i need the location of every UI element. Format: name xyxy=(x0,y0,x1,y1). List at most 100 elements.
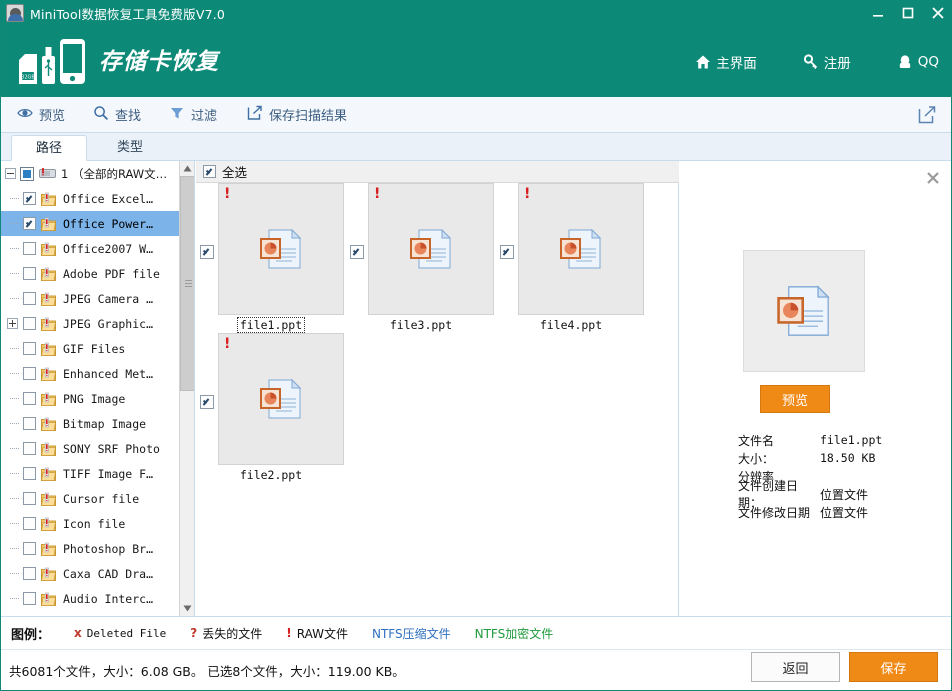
tree-item-checkbox[interactable] xyxy=(23,567,36,580)
tree-item-7[interactable]: Enhanced Met… xyxy=(1,361,180,386)
folder-raw-icon xyxy=(41,442,56,456)
preview-button[interactable]: 预览 xyxy=(760,385,830,413)
folder-raw-icon xyxy=(41,317,56,331)
tree-vertical-scrollbar[interactable] xyxy=(179,161,194,616)
tree-item-checkbox[interactable] xyxy=(23,492,36,505)
collapse-expander-icon[interactable] xyxy=(5,168,16,179)
close-icon[interactable] xyxy=(925,170,941,186)
tree-item-checkbox[interactable] xyxy=(23,242,36,255)
folder-raw-icon xyxy=(41,467,56,481)
file-checkbox[interactable] xyxy=(200,245,214,259)
tree-root-checkbox[interactable] xyxy=(20,166,34,181)
tree-item-checkbox[interactable] xyxy=(23,517,36,530)
powerpoint-file-icon xyxy=(257,377,305,421)
tree-item-checkbox[interactable] xyxy=(23,417,36,430)
tree-connector xyxy=(7,511,21,536)
file-thumbnail-item[interactable]: ! file3.ppt xyxy=(346,183,496,343)
file-checkbox[interactable] xyxy=(350,245,364,259)
file-thumbnail-item[interactable]: ! file4.ppt xyxy=(496,183,646,343)
toolbar: 预览 查找 过滤 保存扫描结果 xyxy=(1,97,951,133)
toolbar-save-scan[interactable]: 保存扫描结果 xyxy=(247,105,347,125)
scroll-down-arrow[interactable] xyxy=(180,601,194,616)
folder-raw-icon xyxy=(41,542,56,556)
tree-item-10[interactable]: SONY SRF Photo xyxy=(1,436,180,461)
file-thumbnail-item[interactable]: ! file1.ppt xyxy=(196,183,346,343)
toolbar-preview[interactable]: 预览 xyxy=(17,105,65,124)
toolbar-preview-label: 预览 xyxy=(39,109,66,124)
folder-raw-icon xyxy=(41,367,56,381)
save-button[interactable]: 保存 xyxy=(849,652,938,682)
close-icon[interactable] xyxy=(923,0,952,26)
tree-item-checkbox[interactable] xyxy=(23,542,36,555)
tree-item-checkbox[interactable] xyxy=(23,592,36,605)
window-controls xyxy=(863,0,952,26)
tree-item-6[interactable]: GIF Files xyxy=(1,336,180,361)
tree-item-1[interactable]: Office Power… xyxy=(1,211,180,236)
tab-path[interactable]: 路径 xyxy=(11,135,87,161)
tree-item-label: Photoshop Br… xyxy=(63,541,154,556)
tree-item-checkbox[interactable] xyxy=(23,442,36,455)
tree-item-16[interactable]: Audio Interc… xyxy=(1,586,180,611)
file-checkbox[interactable] xyxy=(200,395,214,409)
file-checkbox[interactable] xyxy=(500,245,514,259)
thumbnail-box[interactable]: ! xyxy=(218,333,344,465)
tree-connector xyxy=(7,536,21,561)
tree-item-label: Caxa CAD Dra… xyxy=(63,566,154,581)
maximize-icon[interactable] xyxy=(893,0,923,26)
tree-item-13[interactable]: Icon file xyxy=(1,511,180,536)
tree-item-checkbox[interactable] xyxy=(23,192,36,205)
nav-register[interactable]: 注册 xyxy=(803,52,851,72)
select-all-checkbox[interactable] xyxy=(203,165,216,178)
tree-item-0[interactable]: Office Excel… xyxy=(1,186,180,211)
key-icon xyxy=(803,53,819,70)
toolbar-search[interactable]: 查找 xyxy=(93,105,141,125)
tab-type[interactable]: 类型 xyxy=(95,135,165,161)
tree-item-11[interactable]: TIFF Image F… xyxy=(1,461,180,486)
tree-item-2[interactable]: Office2007 W… xyxy=(1,236,180,261)
nav-home[interactable]: 主界面 xyxy=(695,52,757,72)
tree-item-label: Cursor file xyxy=(63,491,140,506)
toolbar-search-label: 查找 xyxy=(115,109,142,124)
toolbar-save-scan-label: 保存扫描结果 xyxy=(269,109,348,124)
thumbnail-box[interactable]: ! xyxy=(368,183,494,315)
tree-item-checkbox[interactable] xyxy=(23,467,36,480)
tree-connector xyxy=(7,436,21,461)
tree-item-checkbox[interactable] xyxy=(23,267,36,280)
select-all-row[interactable]: 全选 xyxy=(196,161,679,183)
tree-item-8[interactable]: PNG Image xyxy=(1,386,180,411)
tree-item-checkbox[interactable] xyxy=(23,317,36,330)
tree-item-label: JPEG Camera … xyxy=(63,291,154,306)
folder-raw-icon xyxy=(41,492,56,506)
minimize-icon[interactable] xyxy=(863,0,893,26)
tree-item-checkbox[interactable] xyxy=(23,367,36,380)
tree-item-15[interactable]: Caxa CAD Dra… xyxy=(1,561,180,586)
thumbnail-box[interactable]: ! xyxy=(518,183,644,315)
file-thumbnail-item[interactable]: ! file2.ppt xyxy=(196,333,346,493)
share-export-icon[interactable] xyxy=(917,105,937,125)
tree-item-checkbox[interactable] xyxy=(23,342,36,355)
tree-item-checkbox[interactable] xyxy=(23,292,36,305)
expand-expander-icon[interactable] xyxy=(7,318,18,329)
tree-item-9[interactable]: Bitmap Image xyxy=(1,411,180,436)
legend-item: x Deleted File xyxy=(74,626,166,640)
scroll-up-arrow[interactable] xyxy=(180,161,194,176)
thumbnail-box[interactable]: ! xyxy=(218,183,344,315)
tree-root-node[interactable]: 1 （全部的RAW文… xyxy=(1,161,180,186)
nav-register-label: 注册 xyxy=(823,55,851,72)
tree-item-4[interactable]: JPEG Camera … xyxy=(1,286,180,311)
tree-item-label: Audio Interc… xyxy=(63,591,154,606)
tree-item-checkbox[interactable] xyxy=(23,392,36,405)
toolbar-filter[interactable]: 过滤 xyxy=(169,105,217,125)
folder-raw-icon xyxy=(41,192,56,206)
tree-item-checkbox[interactable] xyxy=(23,217,36,230)
scrollbar-thumb[interactable] xyxy=(180,176,194,391)
nav-qq[interactable]: QQ xyxy=(897,54,939,70)
back-button[interactable]: 返回 xyxy=(751,652,840,682)
tree-item-5[interactable]: JPEG Graphic… xyxy=(1,311,180,336)
tree-item-3[interactable]: Adobe PDF file xyxy=(1,261,180,286)
preview-thumbnail xyxy=(743,250,865,372)
tree-item-label: SONY SRF Photo xyxy=(63,441,160,456)
tree-item-14[interactable]: Photoshop Br… xyxy=(1,536,180,561)
tree-item-label: GIF Files xyxy=(63,341,126,356)
tree-item-12[interactable]: Cursor file xyxy=(1,486,180,511)
